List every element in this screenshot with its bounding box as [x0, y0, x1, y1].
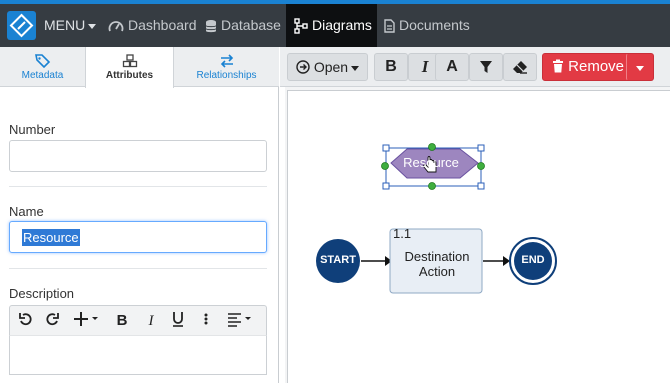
- description-editor-toolbar: B I: [9, 305, 267, 335]
- nav-menu[interactable]: MENU: [44, 4, 97, 47]
- filter-button[interactable]: [469, 53, 503, 81]
- nav-menu-label: MENU: [44, 17, 86, 33]
- chevron-down-icon: [351, 65, 360, 71]
- open-button-label: Open: [313, 59, 349, 75]
- eraser-button[interactable]: [503, 53, 537, 81]
- nav-documents-label: Documents: [399, 17, 470, 33]
- diagram-canvas-area: Resource START END 1.1 Destination Actio…: [285, 87, 670, 383]
- tab-metadata-label: Metadata: [21, 70, 64, 81]
- exchange-icon: [220, 54, 233, 68]
- redo-icon: [46, 313, 59, 326]
- description-editor[interactable]: [9, 335, 267, 375]
- open-button[interactable]: Open: [287, 53, 368, 81]
- italic-button[interactable]: I: [143, 311, 159, 331]
- diagram-toolbar: Open B I A Remove: [280, 47, 670, 87]
- align-button[interactable]: [226, 311, 254, 331]
- start-label: START: [320, 254, 356, 266]
- action-label-line2: Action: [418, 264, 456, 279]
- redo-button[interactable]: [43, 311, 61, 331]
- nav-diagrams-label: Diagrams: [312, 17, 372, 33]
- diagram-canvas[interactable]: Resource START END 1.1 Destination Actio…: [287, 90, 670, 383]
- resource-label: Resource: [403, 155, 459, 170]
- end-label: END: [521, 254, 545, 266]
- action-label: Destination Action: [391, 249, 483, 279]
- align-left-icon: [228, 313, 251, 327]
- cubes-icon: [122, 54, 137, 68]
- number-input[interactable]: [9, 140, 267, 172]
- underline-button[interactable]: [170, 311, 186, 331]
- panel-tabs: Metadata Attributes Relationships: [0, 47, 279, 88]
- app-logo[interactable]: [7, 11, 36, 40]
- sitemap-icon: [294, 18, 308, 34]
- undo-icon: [19, 313, 32, 326]
- document-icon: [384, 19, 395, 33]
- underline-icon: [173, 312, 183, 327]
- action-label-line1: Destination: [404, 249, 470, 264]
- diagram-graphics: [316, 143, 557, 294]
- database-icon: [205, 19, 217, 32]
- nav-dashboard-label: Dashboard: [128, 17, 197, 33]
- nav-database[interactable]: Database: [205, 4, 281, 47]
- plus-icon: [74, 312, 98, 326]
- vertical-ellipsis-icon: [204, 313, 208, 325]
- chevron-down-icon: [88, 23, 97, 29]
- nav-diagrams[interactable]: Diagrams: [286, 4, 377, 47]
- tab-attributes[interactable]: Attributes: [85, 47, 174, 88]
- font-color-button[interactable]: A: [435, 53, 469, 81]
- eraser-icon: [513, 61, 527, 74]
- nav-documents[interactable]: Documents: [384, 4, 470, 47]
- remove-button-label: Remove: [568, 58, 625, 75]
- filter-icon: [480, 61, 492, 73]
- action-id: 1.1: [393, 226, 412, 241]
- name-label: Name: [9, 204, 44, 219]
- number-label: Number: [9, 122, 56, 137]
- nav-database-label: Database: [221, 17, 281, 33]
- more-options-button[interactable]: [200, 311, 212, 331]
- tab-relationships-label: Relationships: [196, 70, 257, 81]
- gauge-icon: [108, 21, 124, 32]
- divider: [9, 268, 267, 269]
- chevron-down-icon: [636, 65, 644, 71]
- trash-icon: [552, 59, 563, 73]
- divider: [9, 186, 267, 187]
- tag-icon: [34, 54, 50, 68]
- bold-button[interactable]: B: [114, 311, 130, 331]
- insert-button[interactable]: [72, 311, 100, 331]
- name-input-selected-text: Resource: [22, 229, 80, 246]
- remove-button[interactable]: Remove: [542, 53, 634, 81]
- bold-button[interactable]: B: [374, 53, 408, 81]
- arrow-head: [503, 256, 510, 266]
- tab-attributes-label: Attributes: [105, 70, 154, 81]
- diamond-logo-icon: [9, 13, 34, 38]
- description-label: Description: [9, 286, 75, 301]
- sign-in-icon: [296, 60, 310, 74]
- tab-relationships[interactable]: Relationships: [174, 47, 279, 87]
- name-input[interactable]: Resource: [9, 221, 267, 253]
- tab-metadata[interactable]: Metadata: [0, 47, 85, 87]
- undo-button[interactable]: [17, 311, 35, 331]
- nav-dashboard[interactable]: Dashboard: [108, 4, 197, 47]
- top-navbar: MENU Dashboard Database Diagrams Documen…: [0, 0, 670, 47]
- remove-dropdown-button[interactable]: [626, 53, 654, 81]
